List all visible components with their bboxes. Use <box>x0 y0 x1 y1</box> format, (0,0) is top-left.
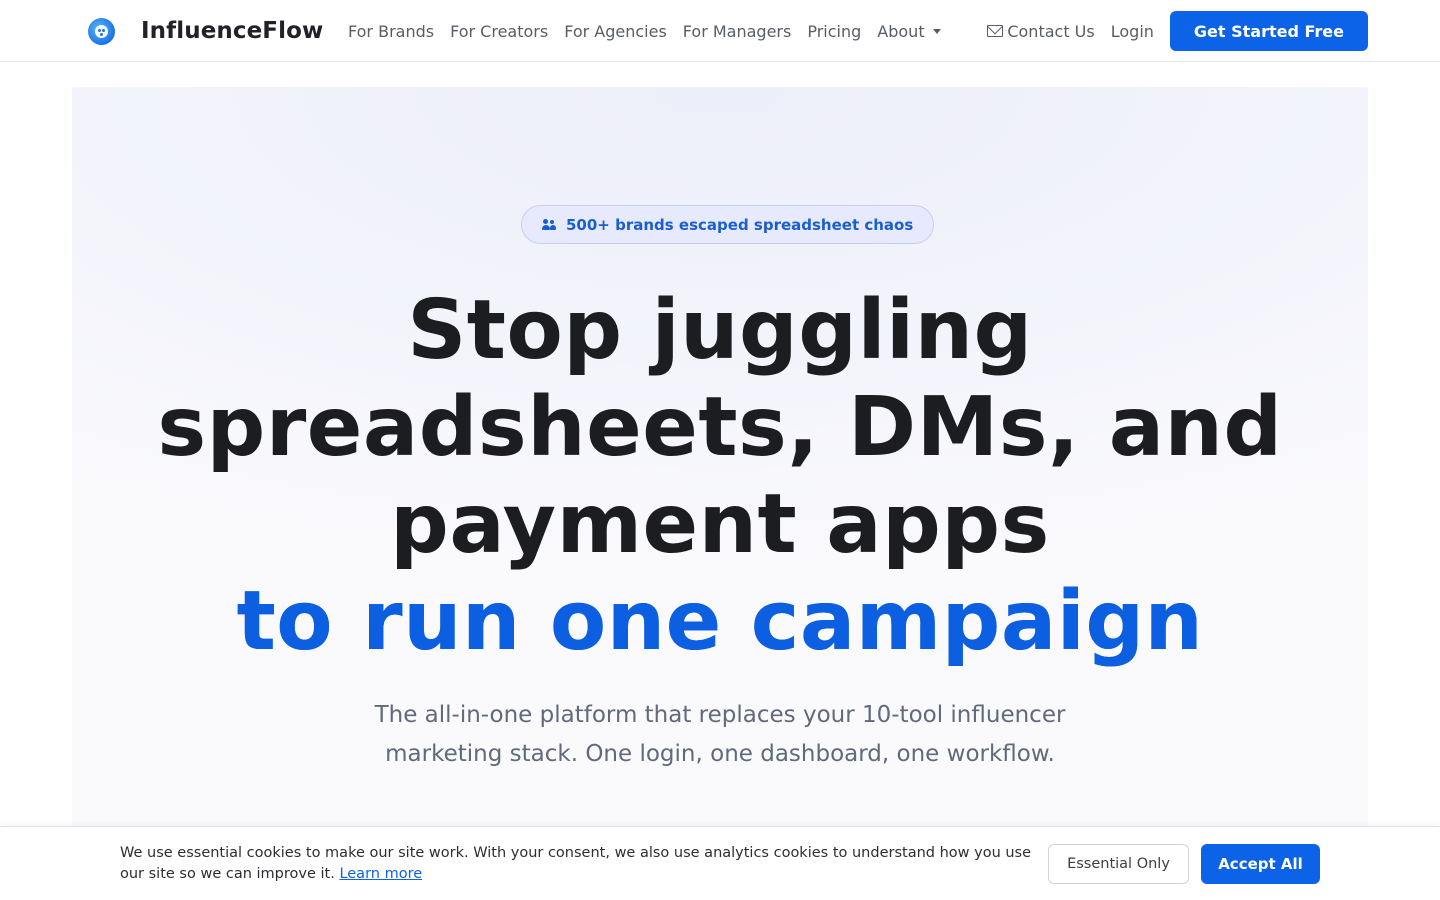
brand-name: InfluenceFlow <box>141 18 324 44</box>
about-label: About <box>877 21 925 41</box>
nav-link-for-creators[interactable]: For Creators <box>442 22 556 41</box>
nav-links: For Brands For Creators For Agencies For… <box>340 0 949 62</box>
social-proof-badge: 500+ brands escaped spreadsheet chaos <box>521 205 935 244</box>
cookie-banner: We use essential cookies to make our sit… <box>0 826 1440 900</box>
mail-icon <box>987 25 1004 37</box>
influenceflow-logo-icon <box>88 17 115 45</box>
caret-down-icon <box>932 28 941 34</box>
login-link[interactable]: Login <box>1111 22 1154 41</box>
users-icon <box>542 218 556 231</box>
nav-actions: Contact Us Login Get Started Free <box>987 0 1368 62</box>
learn-more-link[interactable]: Learn more <box>339 866 422 882</box>
nav-dropdown-about[interactable]: About <box>869 22 948 41</box>
get-started-button[interactable]: Get Started Free <box>1169 11 1368 51</box>
essential-only-button[interactable]: Essential Only <box>1048 844 1189 884</box>
nav-link-for-brands[interactable]: For Brands <box>340 22 442 41</box>
headline-line-2: spreadsheets, DMs, and <box>157 380 1283 475</box>
headline-accent: to run one campaign <box>72 573 1368 670</box>
nav-link-pricing[interactable]: Pricing <box>799 22 869 41</box>
cookie-message: We use essential cookies to make our sit… <box>120 843 1035 885</box>
hero-section: 500+ brands escaped spreadsheet chaos St… <box>72 87 1368 900</box>
contact-us-link[interactable]: Contact Us <box>987 21 1095 41</box>
headline-line-1: Stop juggling <box>407 283 1033 378</box>
nav-link-for-agencies[interactable]: For Agencies <box>556 22 675 41</box>
top-navbar: InfluenceFlow For Brands For Creators Fo… <box>0 0 1440 62</box>
contact-label: Contact Us <box>1007 21 1095 41</box>
brand-link[interactable]: InfluenceFlow <box>88 14 323 48</box>
cookie-text: We use essential cookies to make our sit… <box>120 845 1032 882</box>
hero-subtitle: The all-in-one platform that replaces yo… <box>374 702 1066 767</box>
badge-text: 500+ brands escaped spreadsheet chaos <box>566 215 914 234</box>
nav-link-for-managers[interactable]: For Managers <box>675 22 800 41</box>
accept-all-button[interactable]: Accept All <box>1201 844 1320 884</box>
hero-headline: Stop juggling spreadsheets, DMs, and pay… <box>72 282 1368 670</box>
headline-line-3: payment apps <box>390 477 1050 572</box>
